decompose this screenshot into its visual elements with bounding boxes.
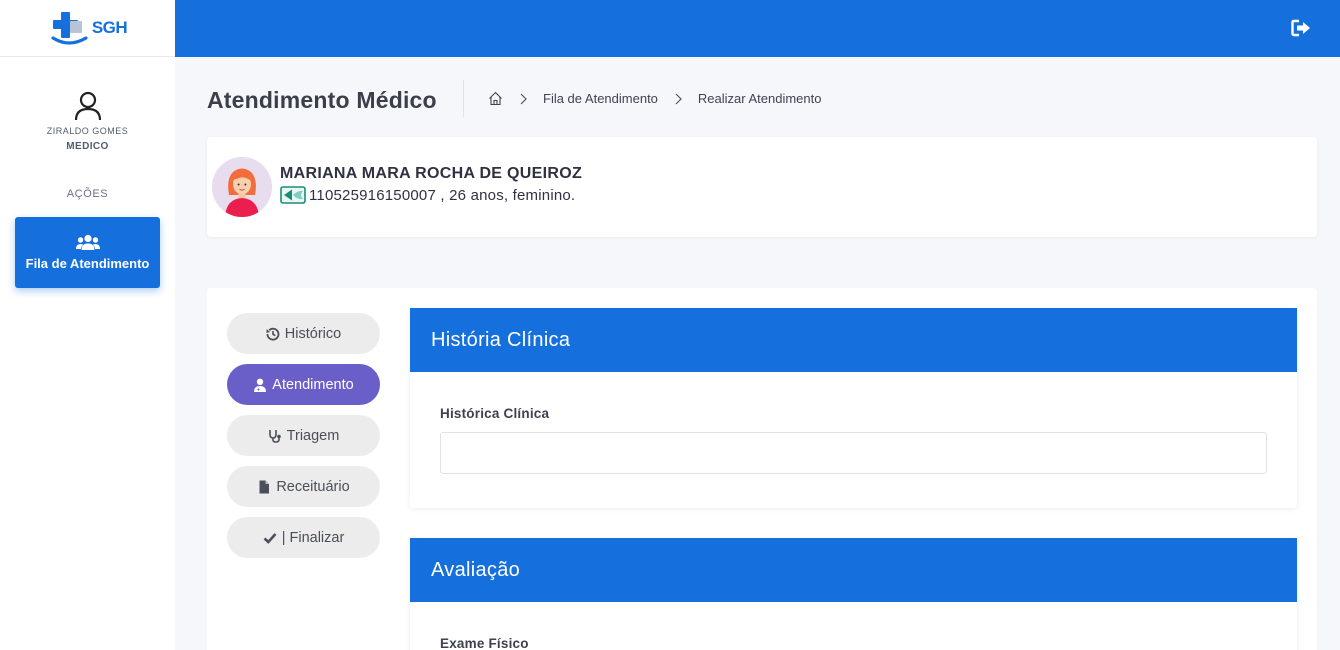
file-icon bbox=[259, 480, 270, 493]
user-role: MEDICO bbox=[66, 141, 109, 152]
female-avatar-icon bbox=[212, 157, 272, 217]
top-navbar bbox=[0, 0, 1340, 57]
patient-info: 110525916150007 , 26 anos, feminino. bbox=[309, 186, 576, 204]
check-icon bbox=[263, 532, 277, 544]
page-title: Atendimento Médico bbox=[207, 87, 437, 113]
tab-historico[interactable]: Histórico bbox=[227, 313, 380, 354]
patient-card: MARIANA MARA ROCHA DE QUEIROZ 1105259161… bbox=[207, 137, 1317, 237]
sidebar-section-label: AÇÕES bbox=[66, 188, 109, 200]
patient-name: MARIANA MARA ROCHA DE QUEIROZ bbox=[280, 165, 583, 182]
medical-cross-logo-icon bbox=[51, 12, 88, 45]
history-icon bbox=[266, 327, 280, 341]
breadcrumb-realizar-atendimento: Realizar Atendimento bbox=[697, 91, 822, 106]
sidebar: ZIRALDO GOMES MEDICO AÇÕES Fila de Atend… bbox=[0, 57, 175, 650]
tab-triagem[interactable]: Triagem bbox=[227, 415, 380, 456]
breadcrumb: Fila de Atendimento Realizar Atendimento bbox=[488, 91, 821, 106]
field-label: Exame Físico bbox=[440, 636, 529, 650]
tab-atendimento[interactable]: Atendimento bbox=[227, 364, 380, 405]
patient-avatar bbox=[212, 157, 272, 217]
section-title: História Clínica bbox=[410, 308, 1297, 372]
user-icon bbox=[74, 91, 102, 121]
user-name: ZIRALDO GOMES bbox=[46, 126, 129, 136]
tab-label: Triagem bbox=[286, 427, 340, 444]
field-label: Histórica Clínica bbox=[440, 406, 550, 421]
tab-label: Histórico bbox=[284, 325, 342, 342]
tab-label: | Finalizar bbox=[281, 529, 345, 546]
users-icon bbox=[75, 234, 100, 250]
historia-clinica-input[interactable] bbox=[440, 432, 1267, 474]
tab-label: Atendimento bbox=[272, 376, 354, 393]
sidebar-item-label: Fila de Atendimento bbox=[25, 256, 150, 271]
sidebar-item-fila-de-atendimento[interactable]: Fila de Atendimento bbox=[15, 217, 160, 288]
stethoscope-icon bbox=[268, 429, 281, 443]
tab-finalizar[interactable]: | Finalizar bbox=[227, 517, 380, 558]
user-md-icon bbox=[254, 378, 267, 392]
logout-icon[interactable] bbox=[1290, 17, 1312, 39]
id-card-icon bbox=[280, 186, 306, 204]
avaliacao-section: Avaliação Exame Físico bbox=[410, 538, 1297, 650]
historia-clinica-section: História Clínica Histórica Clínica bbox=[410, 308, 1297, 508]
chevron-right-icon bbox=[675, 93, 682, 104]
tab-receituario[interactable]: Receituário bbox=[227, 466, 380, 507]
chevron-right-icon bbox=[520, 93, 527, 104]
tab-label: Receituário bbox=[276, 478, 350, 495]
breadcrumb-fila-de-atendimento[interactable]: Fila de Atendimento bbox=[543, 91, 658, 106]
section-title: Avaliação bbox=[410, 538, 1297, 602]
home-icon[interactable] bbox=[488, 91, 503, 106]
brand-name: SGH bbox=[91, 18, 128, 37]
brand-logo[interactable]: SGH bbox=[0, 0, 175, 57]
patient-info-row: 110525916150007 , 26 anos, feminino. bbox=[280, 186, 575, 204]
title-divider bbox=[463, 80, 464, 117]
attendance-panel: Histórico Atendimento Triagem Receituári… bbox=[207, 288, 1317, 650]
